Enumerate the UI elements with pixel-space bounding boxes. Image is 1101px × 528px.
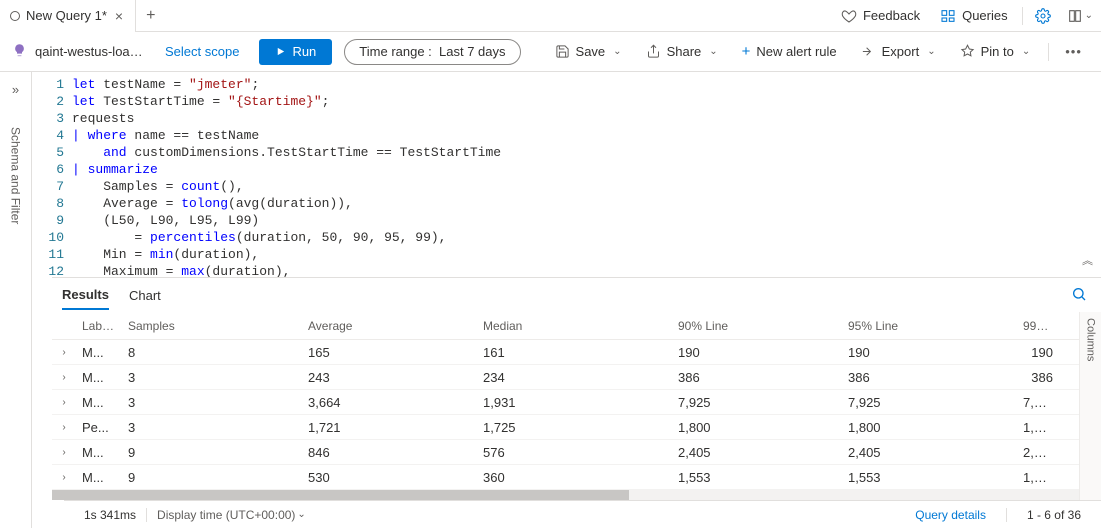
heart-icon — [841, 8, 857, 24]
chevron-down-icon: ⌄ — [613, 46, 621, 57]
resource-name[interactable]: qaint-westus-load... — [35, 44, 145, 59]
toolbar: qaint-westus-load... Select scope Run Ti… — [0, 32, 1101, 72]
scrollbar-thumb[interactable] — [52, 490, 629, 500]
pin-button[interactable]: Pin to ⌄ — [950, 44, 1041, 59]
play-icon — [275, 46, 286, 57]
table-row[interactable]: ›Pe...31,7211,7251,8001,8001,800 — [52, 415, 1101, 440]
tab-status-icon — [10, 11, 20, 21]
chevron-down-icon: ⌄ — [1085, 10, 1093, 21]
pin-icon — [960, 44, 975, 59]
results-panel: Results Chart Label Samples Average Medi… — [52, 277, 1101, 528]
col-samples[interactable]: Samples — [122, 319, 302, 333]
code-area[interactable]: let testName = "jmeter";let TestStartTim… — [72, 76, 1101, 273]
line-gutter: 1234567891011121314 — [32, 76, 72, 273]
select-scope-link[interactable]: Select scope — [149, 44, 255, 59]
tab-chart[interactable]: Chart — [129, 282, 161, 309]
table-row[interactable]: ›M...3243234386386386 — [52, 365, 1101, 390]
queries-icon — [940, 8, 956, 24]
more-button[interactable]: ••• — [1057, 44, 1090, 59]
plus-icon: + — [742, 43, 751, 60]
reader-button[interactable]: ⌄ — [1059, 8, 1101, 24]
bulb-icon — [8, 43, 31, 61]
schema-filter-label: Schema and Filter — [9, 127, 23, 224]
col-p95[interactable]: 95% Line — [842, 319, 1017, 333]
expand-row-icon[interactable]: › — [52, 372, 76, 383]
expand-row-icon[interactable]: › — [52, 422, 76, 433]
col-label[interactable]: Label — [76, 319, 122, 333]
feedback-button[interactable]: Feedback — [831, 8, 930, 24]
expand-row-icon[interactable]: › — [52, 397, 76, 408]
run-button[interactable]: Run — [259, 39, 332, 65]
chevron-right-icon: » — [12, 82, 19, 97]
new-alert-button[interactable]: + New alert rule — [732, 43, 847, 60]
expand-row-icon[interactable]: › — [52, 347, 76, 358]
schema-filter-rail[interactable]: » Schema and Filter — [0, 72, 32, 528]
col-average[interactable]: Average — [302, 319, 477, 333]
share-icon — [646, 44, 661, 59]
book-icon — [1067, 8, 1083, 24]
save-icon — [555, 44, 570, 59]
save-button[interactable]: Save ⌄ — [545, 44, 632, 59]
export-icon — [861, 44, 876, 59]
settings-button[interactable] — [1027, 8, 1059, 24]
time-range-pill[interactable]: Time range : Last 7 days — [344, 39, 520, 65]
close-icon[interactable]: × — [113, 8, 125, 24]
tab-results[interactable]: Results — [62, 281, 109, 310]
tab-title: New Query 1* — [26, 8, 107, 23]
search-icon[interactable] — [1071, 286, 1087, 305]
chevron-down-icon: ⌄ — [709, 46, 717, 57]
table-row[interactable]: ›M...33,6641,9317,9257,9257,925 — [52, 390, 1101, 415]
status-bar: 1s 341ms Display time (UTC+00:00) ⌄ Quer… — [64, 500, 1101, 528]
chevron-down-icon: ⌄ — [927, 46, 935, 57]
expand-row-icon[interactable]: › — [52, 447, 76, 458]
table-header: Label Samples Average Median 90% Line 95… — [52, 312, 1101, 340]
queries-button[interactable]: Queries — [930, 8, 1018, 24]
page-indicator: 1 - 6 of 36 — [1027, 508, 1081, 522]
table-row[interactable]: ›M...8165161190190190 — [52, 340, 1101, 365]
horizontal-scrollbar[interactable] — [52, 490, 1101, 500]
col-median[interactable]: Median — [477, 319, 672, 333]
chevron-down-icon: ⌄ — [297, 509, 305, 520]
chevron-down-icon: ⌄ — [1022, 46, 1030, 57]
query-tab[interactable]: New Query 1* × — [0, 0, 136, 32]
expand-row-icon[interactable]: › — [52, 472, 76, 483]
tab-strip: New Query 1* × + Feedback Queries ⌄ — [0, 0, 1101, 32]
expand-icon[interactable]: ︽ — [1082, 254, 1093, 271]
gear-icon — [1035, 8, 1051, 24]
col-p99[interactable]: 99% Line — [1017, 319, 1059, 333]
columns-rail[interactable]: Columns — [1079, 312, 1101, 528]
share-button[interactable]: Share ⌄ — [636, 44, 728, 59]
new-tab-button[interactable]: + — [136, 7, 165, 25]
col-p90[interactable]: 90% Line — [672, 319, 842, 333]
export-button[interactable]: Export ⌄ — [851, 44, 946, 59]
table-row[interactable]: ›M...95303601,5531,5531,553 — [52, 465, 1101, 490]
display-time[interactable]: Display time (UTC+00:00) — [157, 508, 295, 522]
elapsed-time: 1s 341ms — [84, 508, 136, 522]
query-details-link[interactable]: Query details — [915, 508, 986, 522]
table-row[interactable]: ›M...98465762,4052,4052,405 — [52, 440, 1101, 465]
query-editor[interactable]: 1234567891011121314 let testName = "jmet… — [32, 72, 1101, 277]
